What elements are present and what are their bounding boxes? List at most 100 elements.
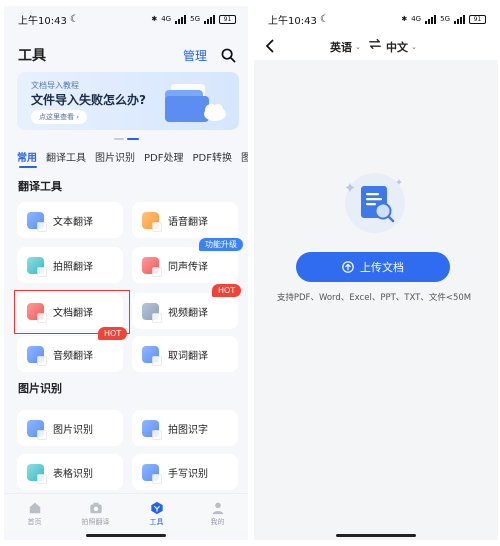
moon-icon: ☾ [69,13,79,25]
tools-icon [150,501,163,514]
tool-card-table-recognition[interactable]: 表格识别 [17,454,123,490]
photo-translate-icon [27,256,47,277]
home-icon [29,502,40,513]
tool-card-photo-translate[interactable]: 拍照翻译 [17,247,123,283]
language-bar: 英语 ⌄ 中文 ⌄ [254,32,498,60]
tool-card-handwriting-recognition[interactable]: 手写识别 [132,454,238,490]
battery-icon: 91 [219,14,236,24]
bluetooth-icon: ✱ [151,15,158,23]
moon-icon: ☾ [319,13,329,25]
upload-icon [342,261,354,273]
tool-card-photo-ocr[interactable]: 拍图识字 [132,410,238,446]
status-time: 上午10:43 [268,15,317,27]
table-recognition-icon [27,463,47,484]
nav-home[interactable]: 首页 [11,501,59,527]
chevron-down-icon: ⌄ [355,43,361,51]
tool-label: 文本翻译 [53,216,93,228]
tutorial-banner[interactable]: 文档导入教程 文件导入失败怎么办? 点这里查看 › [17,72,239,130]
document-search-illustration-icon [345,173,405,233]
banner-title: 文件导入失败怎么办? [31,93,146,107]
tool-label: 表格识别 [53,468,93,480]
image-recognition-icon [27,419,47,440]
signal-icon-2 [454,14,465,24]
camera-icon [89,502,102,513]
swap-languages-icon[interactable] [368,37,382,51]
video-translate-icon [142,302,162,323]
tool-label: 取词翻译 [168,350,208,362]
target-language-select[interactable]: 中文 ⌄ [386,39,417,55]
target-language: 中文 [386,41,408,54]
nav-tools[interactable]: 工具 [133,501,181,527]
network-label-2: 5G [190,15,200,23]
bottom-navigation: 首页 拍照翻译 工具 我的 [4,493,248,533]
status-bar: 上午10:43 ☾ ✱ 4G 5G 91 [4,6,248,32]
network-label-2: 5G [440,15,450,23]
tool-card-voice-translate[interactable]: 语音翻译 [132,202,238,238]
bluetooth-icon: ✱ [401,15,408,23]
tool-label: 拍图识字 [168,424,208,436]
tab-translation-tools[interactable]: 翻译工具 [46,149,86,167]
hot-badge: HOT [98,327,128,340]
signal-icon [175,14,187,24]
status-time: 上午10:43 [18,15,67,27]
nav-profile[interactable]: 我的 [194,501,242,527]
signal-icon [425,14,437,24]
banner-pager [114,138,139,140]
simultaneous-interpret-icon [142,256,162,277]
status-bar: 上午10:43 ☾ ✱ 4G 5G 91 [254,6,498,32]
battery-icon: 91 [469,14,486,24]
search-icon[interactable] [221,48,236,63]
nav-photo-translate[interactable]: 拍照翻译 [72,501,120,527]
source-language: 英语 [330,41,352,54]
tools-screen: 上午10:43 ☾ ✱ 4G 5G 91 工具 管理 文档导入教程 文件导入失败… [4,6,248,540]
tool-card-word-pick-translate[interactable]: 取词翻译 [132,336,238,372]
tool-label: 视频翻译 [168,307,208,319]
hot-badge: HOT [212,284,242,297]
tool-label: 图片识别 [53,424,93,436]
tool-card-video-translate[interactable]: 视频翻译 [132,293,238,329]
supported-formats-text: 支持PDF、Word、Excel、PPT、TXT、文件<50M [276,293,472,303]
banner-view-button[interactable]: 点这里查看 › [31,110,87,124]
tab-more[interactable]: 图 [241,149,248,167]
tab-common[interactable]: 常用 [17,149,37,167]
tab-image-recognition[interactable]: 图片识别 [95,149,135,167]
document-translate-screen: 上午10:43 ☾ ✱ 4G 5G 91 英语 ⌄ 中文 ⌄ 上传文档 支持PD… [254,6,498,540]
chevron-down-icon: ⌄ [411,43,417,51]
back-arrow-icon[interactable] [262,38,278,54]
manage-button[interactable]: 管理 [183,47,207,64]
tab-pdf-conversion[interactable]: PDF转换 [192,149,231,167]
source-language-select[interactable]: 英语 ⌄ [330,39,361,55]
handwriting-recognition-icon [142,463,162,484]
section-title-translation: 翻译工具 [18,180,62,193]
audio-translate-icon [27,345,47,366]
tool-label: 语音翻译 [168,216,208,228]
network-label-1: 4G [161,15,172,23]
voice-translate-icon [142,211,162,232]
tool-label: 手写识别 [168,468,208,480]
network-label-1: 4G [411,15,422,23]
tab-pdf-processing[interactable]: PDF处理 [144,149,183,167]
upload-document-button[interactable]: 上传文档 [296,252,450,282]
word-pick-translate-icon [142,345,162,366]
tool-card-simultaneous-interpret[interactable]: 同声传译 [132,247,238,283]
profile-icon [212,502,223,514]
banner-subtitle: 文档导入教程 [31,81,79,90]
page-title: 工具 [18,48,46,64]
folder-cloud-illustration-icon [165,84,226,122]
upload-button-label: 上传文档 [360,261,404,274]
active-tab-indicator [19,166,37,168]
tool-label: 同声传译 [168,261,208,273]
page-header: 工具 管理 [18,44,236,66]
tool-card-text-translate[interactable]: 文本翻译 [17,202,123,238]
text-translate-icon [27,211,47,232]
home-indicator [86,534,166,537]
tool-card-audio-translate[interactable]: 音频翻译 [17,336,123,372]
section-title-image: 图片识别 [18,382,62,395]
signal-icon-2 [204,14,215,24]
tool-card-image-recognition[interactable]: 图片识别 [17,410,123,446]
tool-category-tabs: 常用 翻译工具 图片识别 PDF处理 PDF转换 图 [17,149,248,167]
upgrade-badge: 功能升级 [199,238,243,251]
home-indicator [336,534,416,537]
tool-label: 音频翻译 [53,350,93,362]
photo-ocr-icon [142,419,162,440]
